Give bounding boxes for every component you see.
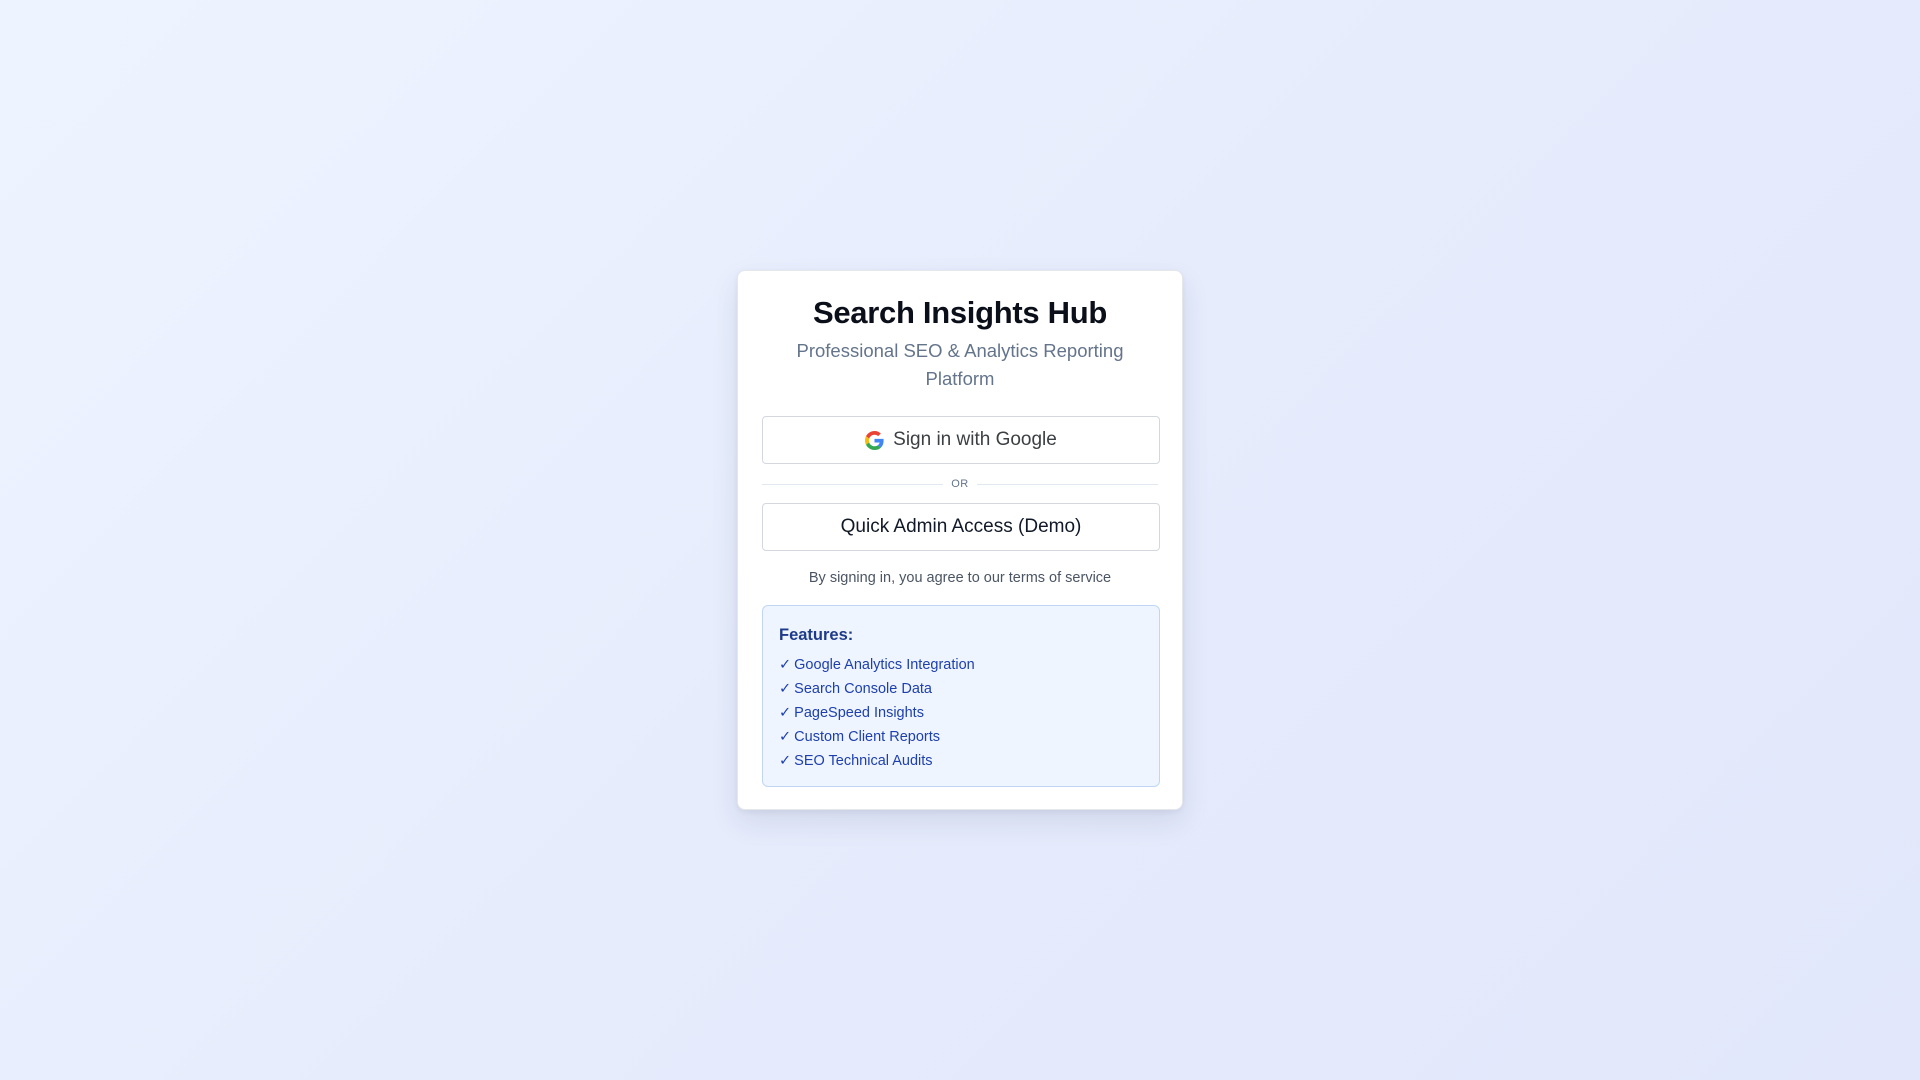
feature-label: Search Console Data xyxy=(794,681,932,697)
or-divider: OR xyxy=(762,476,1158,492)
app-subtitle: Professional SEO & Analytics Reporting P… xyxy=(796,340,1124,389)
terms-notice: By signing in, you agree to our terms of… xyxy=(808,570,1112,586)
check-icon: ✓ xyxy=(779,753,792,769)
feature-label: SEO Technical Audits xyxy=(794,753,933,769)
login-card: Search Insights Hub Professional SEO & A… xyxy=(737,270,1183,810)
check-icon: ✓ xyxy=(779,729,792,745)
divider-line-right xyxy=(976,483,1158,485)
check-icon: ✓ xyxy=(779,705,792,721)
list-item: ✓ SEO Technical Audits xyxy=(779,749,1143,773)
google-signin-label: Sign in with Google xyxy=(893,429,1057,450)
quick-admin-access-button[interactable]: Quick Admin Access (Demo) xyxy=(762,503,1160,551)
list-item: ✓ Search Console Data xyxy=(779,677,1143,701)
google-icon xyxy=(865,430,884,450)
features-panel: Features: ✓ Google Analytics Integration… xyxy=(762,605,1160,787)
check-icon: ✓ xyxy=(779,657,792,673)
list-item: ✓ PageSpeed Insights xyxy=(779,701,1143,725)
check-icon: ✓ xyxy=(779,681,792,697)
features-title: Features: xyxy=(779,626,854,644)
list-item: ✓ Google Analytics Integration xyxy=(779,653,1143,677)
divider-line-left xyxy=(762,483,944,485)
feature-label: Google Analytics Integration xyxy=(794,657,975,673)
quick-admin-access-label: Quick Admin Access (Demo) xyxy=(840,516,1082,537)
feature-label: PageSpeed Insights xyxy=(794,705,924,721)
feature-label: Custom Client Reports xyxy=(794,729,941,745)
features-list: ✓ Google Analytics Integration ✓ Search … xyxy=(779,653,1143,773)
divider-label: OR xyxy=(951,478,969,490)
app-title: Search Insights Hub xyxy=(812,295,1108,330)
google-signin-button[interactable]: Sign in with Google xyxy=(762,416,1160,464)
list-item: ✓ Custom Client Reports xyxy=(779,725,1143,749)
